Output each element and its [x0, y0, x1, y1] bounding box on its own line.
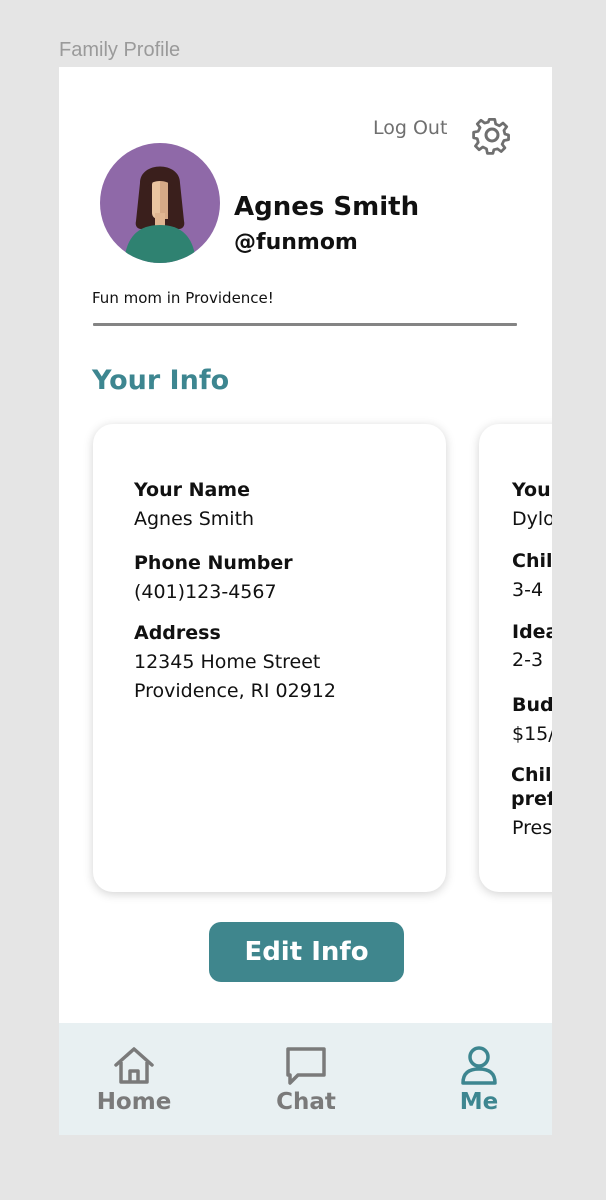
address-line1: 12345 Home Street	[134, 651, 321, 673]
logout-button[interactable]: Log Out	[373, 117, 447, 139]
card2-label-5a: Chil	[511, 764, 552, 786]
card2-label-3: Idea	[512, 621, 552, 643]
name-value: Agnes Smith	[134, 508, 255, 530]
nav-home[interactable]: Home	[79, 1045, 189, 1115]
user-icon	[461, 1046, 497, 1085]
nav-chat-label: Chat	[276, 1089, 336, 1115]
nav-me[interactable]: Me	[424, 1045, 534, 1115]
nav-me-label: Me	[459, 1089, 499, 1115]
card2-label-4: Bud	[512, 694, 552, 716]
card2-value-4: $15/	[512, 723, 552, 745]
profile-name: Agnes Smith	[234, 192, 420, 222]
nav-chat[interactable]: Chat	[251, 1045, 361, 1115]
frame-label: Family Profile	[59, 39, 181, 61]
edit-info-button[interactable]: Edit Info	[209, 922, 404, 982]
section-title: Your Info	[92, 365, 230, 396]
profile-screen: Log Out Agnes Smith @funmom Fun mom in P…	[59, 67, 552, 1135]
profile-handle: @funmom	[234, 230, 358, 255]
home-icon	[114, 1047, 154, 1084]
info-card-personal[interactable]: Your Name Agnes Smith Phone Number (401)…	[93, 424, 446, 892]
address-label: Address	[134, 622, 221, 644]
card2-label-1: You	[512, 479, 551, 501]
gear-icon[interactable]	[470, 113, 514, 157]
nav-home-label: Home	[96, 1089, 172, 1115]
phone-label: Phone Number	[134, 552, 293, 574]
profile-bio: Fun mom in Providence!	[92, 289, 274, 307]
card2-label-5b: pref	[511, 788, 552, 810]
card2-value-1: Dylo	[512, 508, 552, 530]
address-line2: Providence, RI 02912	[134, 680, 336, 702]
avatar	[100, 143, 220, 263]
name-label: Your Name	[134, 479, 250, 501]
card2-value-2: 3-4	[512, 579, 544, 601]
phone-value: (401)123-4567	[134, 581, 277, 603]
divider	[93, 323, 517, 326]
chat-icon	[286, 1047, 326, 1085]
bottom-nav: Home Chat Me	[59, 1023, 552, 1135]
card2-label-2: Chil	[512, 550, 552, 572]
info-card-children[interactable]: You Dylo Chil 3-4 Idea 2-3 Bud $15/ Chil…	[479, 424, 552, 892]
card2-value-3: 2-3	[512, 649, 544, 671]
card2-value-5: Pres	[512, 817, 552, 839]
